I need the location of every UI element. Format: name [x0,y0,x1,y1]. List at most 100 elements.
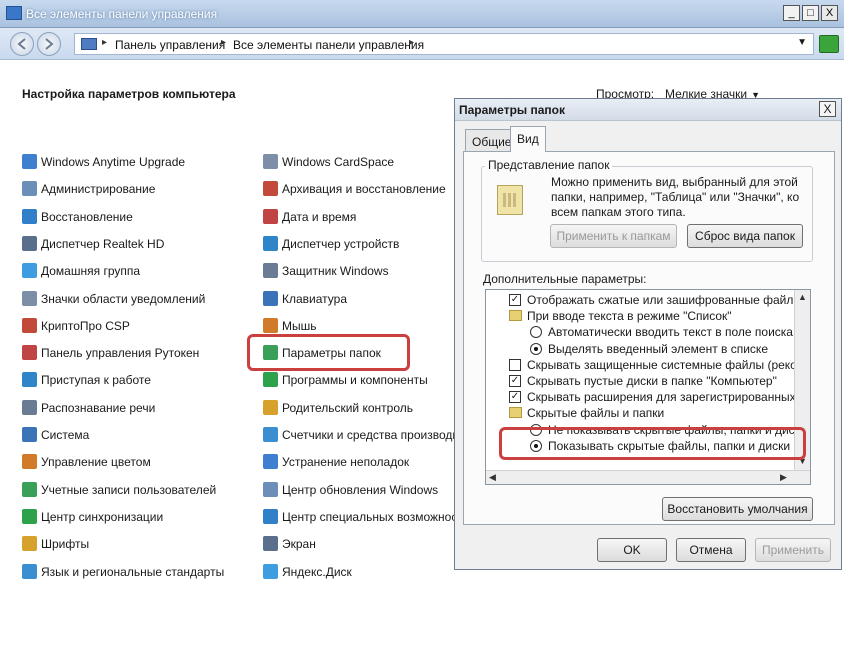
highlight-show-hidden-files [499,427,806,460]
applet-icon [22,208,37,224]
applet-icon [263,427,278,442]
cp-item-label: КриптоПро CSP [41,318,130,333]
applet-icon [263,399,278,415]
refresh-button[interactable] [819,35,839,53]
cp-item-label: Диспетчер устройств [282,236,400,251]
folder-view-icon [497,185,523,215]
dialog-title: Параметры папок [459,103,565,117]
cp-item-label: Защитник Windows [282,264,389,279]
applet-icon [263,154,278,169]
tree-option[interactable]: ✓ Скрывать расширения для зарегистрирован… [486,389,810,405]
applet-icon [263,317,278,333]
apply-button[interactable]: Применить [755,538,831,562]
cp-item-label: Счетчики и средства производите [282,428,472,442]
restore-defaults-button[interactable]: Восстановить умолчания [662,497,813,521]
applet-icon [22,508,37,524]
address-bar: ▸ Панель управления ▸ Все элементы панел… [0,28,844,60]
folder-icon [509,310,522,322]
cp-item-label: Язык и региональные стандарты [41,564,225,579]
applet-icon [263,563,278,579]
radio-selected[interactable] [530,342,542,355]
tree-option-label: Скрытые файлы и папки [527,406,665,421]
cp-item-label: Значки области уведомлений [41,291,206,306]
radio[interactable] [530,326,542,339]
cp-item-label: Управление цветом [41,455,151,470]
cp-item-label: Панель управления Рутокен [41,346,200,361]
close-button[interactable]: X [821,5,838,21]
back-arrow-icon [17,38,26,50]
cp-item-label: Диспетчер Realtek HD [41,236,165,251]
forward-arrow-icon [45,38,54,50]
applet-icon [263,481,278,497]
applet-icon [22,481,37,497]
checkbox-checked[interactable]: ✓ [509,294,521,306]
reset-folders-button[interactable]: Сброс вида папок [687,224,803,248]
tree-option[interactable]: ✓ Скрывать пустые диски в папке "Компьюте… [486,373,792,389]
cp-item-label: Шрифты [41,537,90,552]
apply-to-folders-button[interactable]: Применить к папкам [550,224,677,248]
cp-item-label: Домашняя группа [41,264,141,279]
applet-icon [22,563,37,579]
control-panel-icon [6,6,22,20]
dialog-close-button[interactable]: X [819,101,836,117]
applet-icon [22,181,37,197]
checkbox-checked[interactable]: ✓ [509,375,521,387]
tree-option-label: Скрывать расширения для зарегистрированн… [527,390,811,405]
dialog-titlebar: Параметры папок X [455,99,841,121]
breadcrumb-control-panel[interactable]: Панель управления [115,38,225,52]
crumb-separator-icon[interactable]: ▸ [409,37,414,48]
applet-icon [22,290,37,306]
tree-option-label: Автоматически вводить текст в поле поиск… [548,325,793,340]
tree-option-label: Скрывать пустые диски в папке "Компьютер… [527,374,777,388]
ok-button[interactable]: OK [597,538,667,562]
cp-item-label: Клавиатура [282,291,347,306]
applet-icon [263,290,278,306]
back-button[interactable] [10,32,34,56]
scroll-left-icon[interactable]: ◀ [489,472,496,483]
checkbox-checked[interactable]: ✓ [509,391,521,404]
forward-button[interactable] [37,32,61,56]
scroll-up-icon[interactable]: ▲ [798,292,807,302]
cp-item-label: Windows Anytime Upgrade [41,155,186,169]
tree-option[interactable]: Скрывать защищенные системные файлы (рек… [486,357,810,373]
cp-item-label: Система [41,428,90,442]
tree-option-label: При вводе текста в режиме "Список" [527,309,732,324]
maximize-button[interactable]: □ [802,5,819,21]
applet-icon [263,181,278,197]
checkbox[interactable] [509,358,521,371]
tree-option[interactable]: Выделять введенный элемент в списке [486,341,792,357]
advanced-settings-label: Дополнительные параметры: [483,272,647,286]
cp-item-label: Экран [282,537,316,552]
applet-icon [22,345,37,361]
cp-item-label: Программы и компоненты [282,373,428,388]
applet-icon [22,399,37,415]
cancel-button[interactable]: Отмена [676,538,746,562]
applet-icon [22,536,37,552]
folder-views-label: Представление папок [485,158,613,172]
cp-item-label: Родительский контроль [282,400,413,415]
tree-group: Скрытые файлы и папки [486,405,792,421]
tree-option[interactable]: Автоматически вводить текст в поле поиск… [486,324,793,340]
cp-item-label: Центр обновления Windows [282,482,439,497]
minimize-button[interactable]: _ [783,5,800,21]
horizontal-scrollbar[interactable]: ◀ ▶ [486,470,810,484]
tab-view[interactable]: Вид [510,126,546,152]
crumb-separator-icon: ▸ [102,37,108,48]
folder-icon [81,38,97,50]
cp-item-label: Яндекс.Диск [282,564,352,579]
tree-group: При вводе текста в режиме "Список" [486,308,792,324]
applet-icon [22,454,37,470]
cp-item-label: Распознавание речи [41,400,156,415]
applet-icon [263,454,278,470]
cp-item-label: Приступая к работе [41,373,151,388]
applet-icon [22,154,37,169]
tree-option[interactable]: ✓ Отображать сжатые или зашифрованные фай… [486,292,810,308]
tree-option-label: Выделять введенный элемент в списке [548,341,768,356]
breadcrumb-all-items[interactable]: Все элементы панели управления [233,38,424,52]
cp-item-label: Мышь [282,318,317,333]
address-field[interactable]: ▸ Панель управления ▸ Все элементы панел… [74,33,814,55]
applet-icon [263,208,278,224]
crumb-separator-icon[interactable]: ▸ [221,37,226,48]
scroll-right-icon[interactable]: ▶ [780,472,787,483]
chevron-down-icon[interactable]: ▼ [797,37,807,48]
